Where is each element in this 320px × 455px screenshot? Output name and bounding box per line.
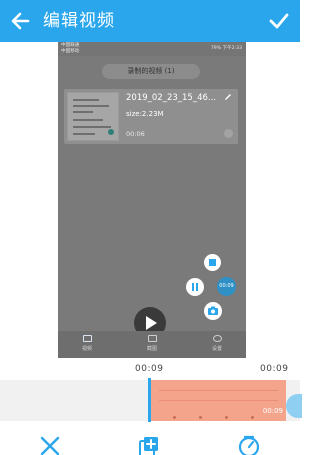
image-icon [147,335,157,342]
tab-screenshot: 截图 [137,335,167,352]
video-preview[interactable]: 中国联通 中国移动 79% 下午2:33 录制的视频 (1) 2019_02_2… [0,42,300,358]
phone-status-bar: 中国联通 中国移动 79% 下午2:33 [58,42,246,56]
settings-icon [212,335,222,342]
edit-pencil-icon [225,94,231,100]
preview-frame: 中国联通 中国移动 79% 下午2:33 录制的视频 (1) 2019_02_2… [58,42,246,358]
total-time: 00:09 [260,364,289,374]
pause-icon [186,278,204,296]
video-duration: 00:06 [126,130,145,138]
video-thumbnail [67,92,119,141]
video-list-item: 2019_02_23_15_46... size:2.23M 00:06 [64,89,238,144]
status-carrier: 中国联通 中国移动 [61,43,80,54]
tab-settings: 设置 [202,335,232,352]
current-time: 00:09 [135,364,164,374]
check-circle-icon [224,129,233,138]
playhead[interactable] [148,378,151,422]
dropdown-label: 录制的视频 (1) [127,67,175,75]
video-size: size:2.23M [126,110,164,118]
video-icon [82,335,92,342]
clip-time: 00:09 [262,407,283,415]
phone-tab-bar: 视频 截图 设置 [58,331,246,358]
scissors-icon[interactable] [39,435,61,455]
tab-video: 视频 [72,335,102,352]
edit-toolbar [0,425,300,455]
back-arrow-icon[interactable] [8,8,34,34]
video-clip[interactable]: 00:09 [151,380,286,421]
status-system: 79% 下午2:33 [210,46,242,51]
add-clip-icon[interactable] [138,435,160,455]
speed-icon[interactable] [238,435,260,455]
page-title: 编辑视频 [43,11,115,31]
recorded-videos-dropdown: 录制的视频 (1) [102,64,200,79]
camera-icon [204,302,222,320]
timeline: 00:09 00:09 00:09 [0,358,302,425]
stop-icon [204,254,221,271]
floating-timer: 00:09 [217,277,236,296]
app-bar: 编辑视频 [0,0,300,42]
tab-label: 视频 [81,346,92,352]
tab-label: 截图 [146,346,157,352]
tab-label: 设置 [211,346,222,352]
video-filename: 2019_02_23_15_46... [126,93,217,103]
confirm-check-icon[interactable] [266,8,292,34]
